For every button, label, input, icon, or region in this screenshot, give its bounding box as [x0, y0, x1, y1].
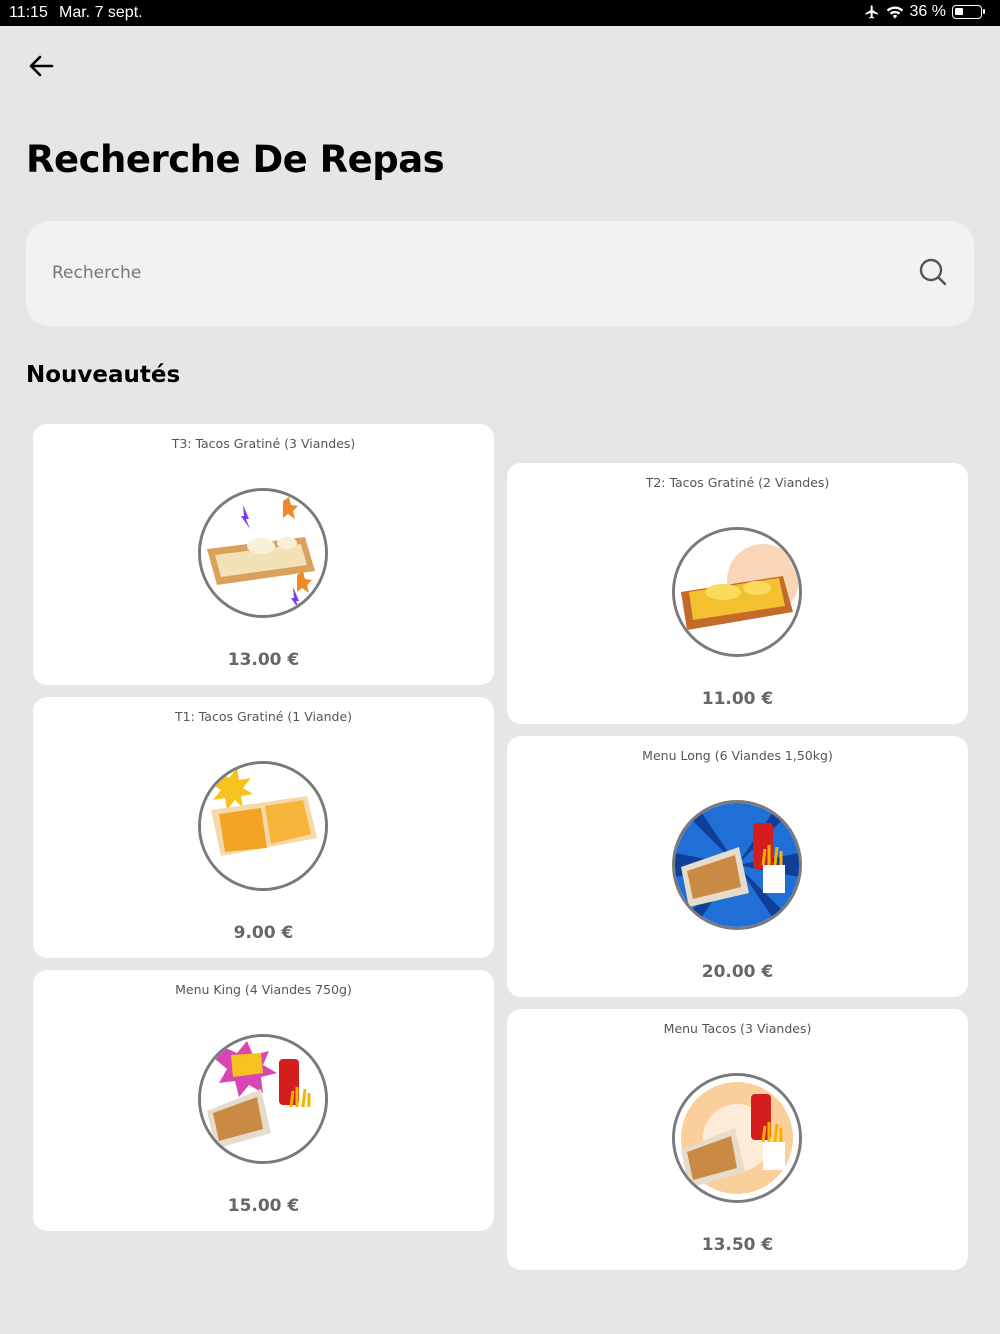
wifi-icon	[886, 6, 903, 19]
product-card[interactable]: T1: Tacos Gratiné (1 Viande) 9.00 €	[33, 697, 494, 958]
product-image	[198, 761, 328, 891]
airplane-mode-icon	[864, 5, 878, 19]
section-title-new: Nouveautés	[26, 362, 181, 388]
product-price: 15.00 €	[227, 1196, 300, 1216]
product-name: T3: Tacos Gratiné (3 Viandes)	[171, 436, 356, 451]
product-name: Menu King (4 Viandes 750g)	[175, 982, 352, 997]
page-title: Recherche De Repas	[26, 138, 445, 181]
product-name: T1: Tacos Gratiné (1 Viande)	[174, 709, 353, 724]
product-price: 20.00 €	[701, 962, 774, 982]
product-card[interactable]: Menu Long (6 Viandes 1,50kg) 20.00 €	[507, 736, 968, 997]
product-image	[198, 1034, 328, 1164]
status-date: Mar. 7 sept.	[59, 4, 143, 21]
back-button[interactable]	[26, 50, 58, 82]
search-input[interactable]	[52, 255, 892, 291]
arrow-left-icon	[29, 55, 54, 77]
product-card[interactable]: T2: Tacos Gratiné (2 Viandes) 11.00 €	[507, 463, 968, 724]
search-icon[interactable]	[918, 257, 948, 287]
product-name: Menu Long (6 Viandes 1,50kg)	[642, 748, 833, 763]
product-card[interactable]: Menu King (4 Viandes 750g) 15.00 €	[33, 970, 494, 1231]
search-bar[interactable]	[26, 221, 974, 326]
product-card[interactable]: Menu Tacos (3 Viandes) 13.50 €	[507, 1009, 968, 1270]
product-price: 13.50 €	[701, 1235, 774, 1255]
product-price: 13.00 €	[227, 650, 300, 670]
product-image	[672, 527, 802, 657]
product-price: 11.00 €	[701, 689, 774, 709]
status-bar: 11:15 Mar. 7 sept. 36 %	[0, 0, 1000, 26]
product-price: 9.00 €	[233, 923, 294, 943]
product-name: T2: Tacos Gratiné (2 Viandes)	[645, 475, 830, 490]
battery-percentage: 36 %	[909, 3, 946, 20]
battery-icon	[952, 5, 985, 19]
product-card[interactable]: T3: Tacos Gratiné (3 Viandes) 13.00 €	[33, 424, 494, 685]
status-indicators: 36 %	[864, 3, 985, 21]
product-name: Menu Tacos (3 Viandes)	[663, 1021, 812, 1036]
product-image	[672, 1073, 802, 1203]
product-image	[198, 488, 328, 618]
status-time: 11:15	[9, 4, 48, 21]
product-image	[672, 800, 802, 930]
